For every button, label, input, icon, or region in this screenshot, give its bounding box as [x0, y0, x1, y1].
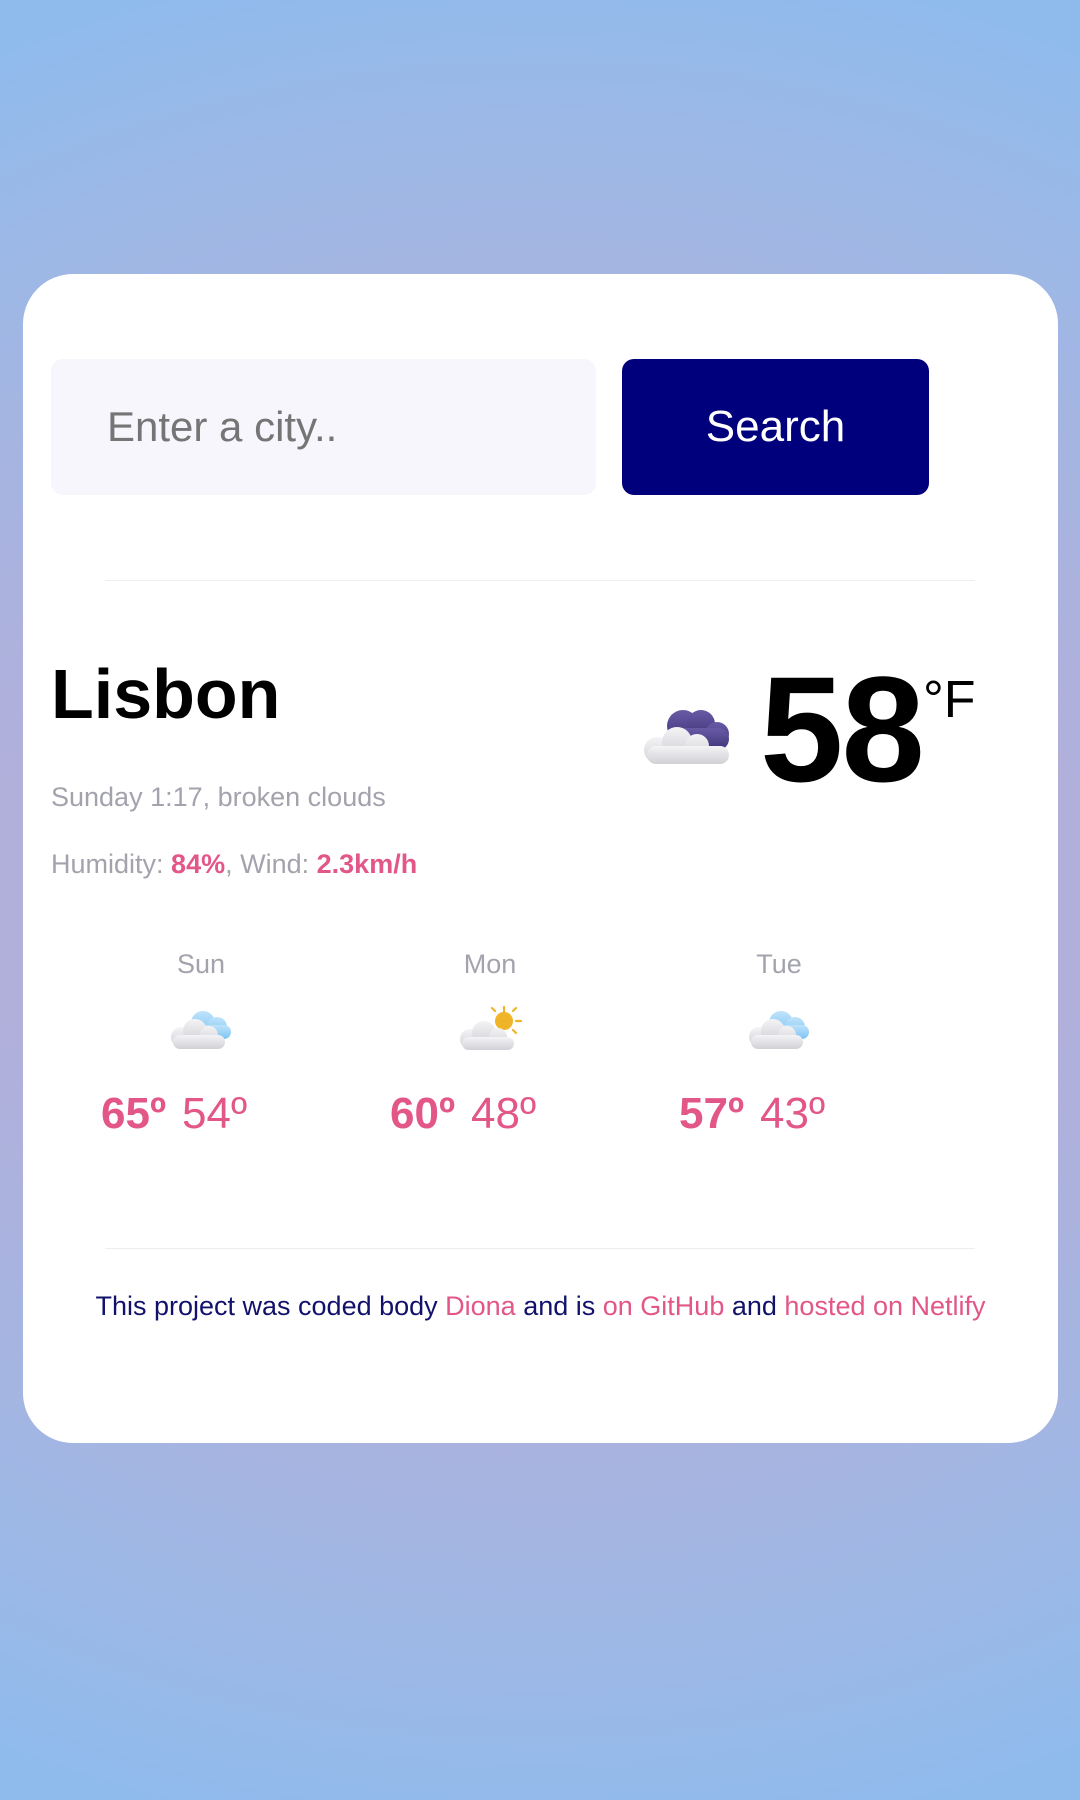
wind-value: 2.3km/h: [316, 849, 418, 879]
weather-details: Humidity: 84%, Wind: 2.3km/h: [51, 849, 417, 880]
city-name: Lisbon: [51, 655, 281, 733]
partly-sunny-icon: [460, 1005, 523, 1050]
author-link[interactable]: Diona: [445, 1291, 516, 1321]
forecast-min-temp: 48º: [471, 1089, 537, 1138]
forecast-max-temp: 60º: [390, 1089, 456, 1138]
footer-text: and: [724, 1291, 785, 1321]
search-button[interactable]: Search: [622, 359, 929, 495]
footer: This project was coded body Diona and is…: [83, 1290, 998, 1323]
broken-clouds-night-icon: [644, 710, 729, 764]
city-search-input[interactable]: [51, 359, 596, 495]
forecast-min-temp: 43º: [760, 1089, 826, 1138]
forecast-day-name: Tue: [756, 949, 802, 979]
current-temperature: 58: [760, 645, 925, 813]
clouds-icon: [749, 1011, 809, 1049]
forecast-max-temp: 57º: [679, 1089, 745, 1138]
divider: [105, 580, 975, 581]
forecast-temps: 60º 48º: [390, 1089, 536, 1139]
humidity-label: Humidity:: [51, 849, 164, 879]
wind-label: , Wind:: [225, 849, 310, 879]
footer-text: This project was coded body: [95, 1291, 446, 1321]
humidity-value: 84%: [171, 849, 226, 879]
forecast-day-name: Sun: [176, 949, 226, 979]
forecast-temps: 57º 43º: [679, 1089, 825, 1139]
forecast-max-temp: 65º: [101, 1089, 167, 1138]
temperature-unit[interactable]: °F: [923, 674, 976, 726]
forecast-temps: 65º 54º: [101, 1089, 247, 1139]
netlify-link[interactable]: hosted on Netlify: [784, 1291, 985, 1321]
date-description: Sunday 1:17, broken clouds: [51, 782, 386, 812]
footer-text: and is: [515, 1291, 603, 1321]
divider: [105, 1248, 975, 1249]
github-link[interactable]: on GitHub: [603, 1291, 725, 1321]
forecast-day-name: Mon: [463, 949, 517, 979]
weather-card: Search Lisbon Sunday 1:17, broken clouds…: [23, 274, 1058, 1443]
clouds-icon: [171, 1011, 231, 1049]
forecast-min-temp: 54º: [182, 1089, 248, 1138]
